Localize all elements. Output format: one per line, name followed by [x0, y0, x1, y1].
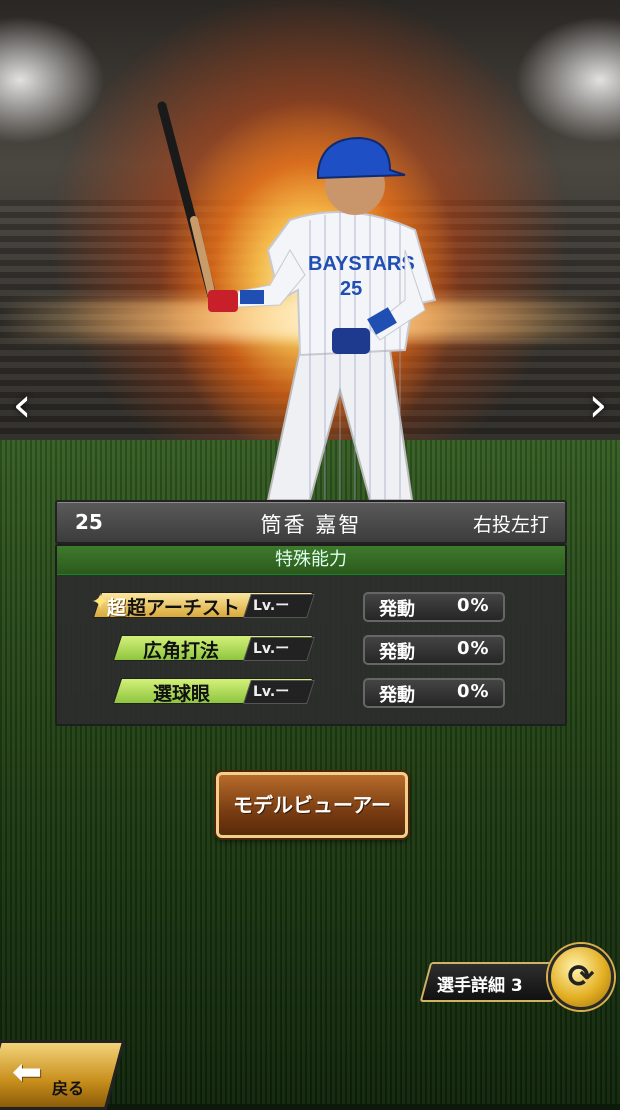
player-info-bar: 25 筒香 嘉智 右投左打 [55, 500, 567, 544]
ability-name: 選球眼 [153, 683, 211, 705]
ability-level: Lv.ー [253, 684, 290, 700]
player-detail-label: 選手詳細 3 [437, 976, 523, 996]
ability-level: Lv.ー [253, 598, 290, 614]
ability-name: 超アーチスト [127, 597, 240, 619]
swap-button[interactable]: ⟳ [548, 944, 614, 1010]
back-arrow-icon: ⬅ [12, 1052, 43, 1093]
chevron-left-icon: ‹ [12, 377, 32, 433]
player-handedness: 右投左打 [472, 514, 549, 536]
activation-label: 発動 [379, 685, 415, 706]
jersey-logo: BAYSTARS [308, 253, 415, 275]
ability-row[interactable]: 広角打法 Lv.ー 発動 0% [57, 635, 565, 665]
ability-row[interactable]: ✦ 超 超アーチスト Lv.ー 発動 0% [57, 590, 565, 622]
back-label: 戻る [52, 1079, 85, 1098]
activation-label: 発動 [379, 642, 415, 663]
model-viewer-button[interactable]: モデルビューアー [216, 772, 408, 838]
jersey-number: 25 [340, 278, 362, 300]
ability-name: 広角打法 [143, 640, 220, 662]
special-abilities-panel: 特殊能力 ✦ 超 超アーチスト Lv.ー 発動 0% 広角打法 Lv.ー 発動 … [55, 544, 567, 726]
ability-level: Lv.ー [253, 641, 290, 657]
ability-prefix: 超 [107, 597, 127, 619]
activation-label: 発動 [379, 599, 415, 620]
chevron-right-icon: › [588, 377, 608, 433]
swap-arrows-icon: ⟳ [567, 957, 595, 995]
activation-rate: 0% [457, 595, 490, 616]
activation-rate: 0% [457, 638, 490, 659]
prev-player-button[interactable]: ‹ [4, 380, 40, 430]
ability-row[interactable]: 選球眼 Lv.ー 発動 0% [57, 678, 565, 708]
next-player-button[interactable]: › [580, 380, 616, 430]
player-image: BAYSTARS 25 [157, 101, 437, 500]
abilities-header: 特殊能力 [57, 546, 565, 575]
activation-rate: 0% [457, 681, 490, 702]
